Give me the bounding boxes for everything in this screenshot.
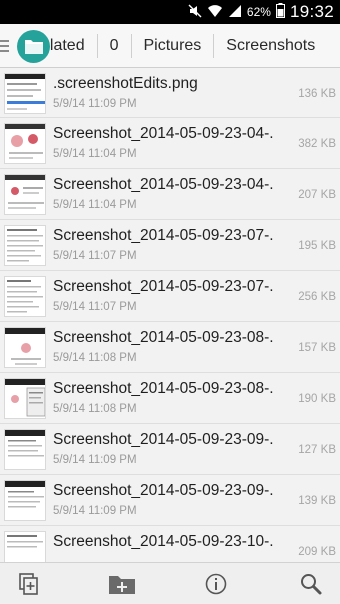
info-icon[interactable] [201, 569, 231, 599]
crumb-label: Pictures [143, 37, 202, 54]
file-row[interactable]: Screenshot_2014-05-09-23-09-... 5/9/14 1… [0, 475, 340, 526]
file-thumbnail [4, 276, 46, 317]
file-row[interactable]: Screenshot_2014-05-09-23-09-... 5/9/14 1… [0, 424, 340, 475]
file-size: 157 KB [298, 342, 336, 354]
file-size: 209 KB [298, 546, 336, 558]
new-folder-icon[interactable] [107, 569, 137, 599]
folder-icon[interactable] [17, 30, 50, 63]
file-size: 382 KB [298, 138, 336, 150]
file-row[interactable]: Screenshot_2014-05-09-23-10-... 209 KB [0, 526, 340, 562]
file-thumbnail [4, 73, 46, 114]
file-thumbnail [4, 225, 46, 266]
file-date: 5/9/14 11:04 PM [53, 148, 137, 160]
file-row[interactable]: .screenshotEdits.png 5/9/14 11:09 PM 136… [0, 68, 340, 118]
file-date: 5/9/14 11:07 PM [53, 250, 137, 262]
file-row[interactable]: Screenshot_2014-05-09-23-07-... 5/9/14 1… [0, 220, 340, 271]
file-name: .screenshotEdits.png [53, 75, 198, 92]
mute-icon [188, 4, 202, 21]
file-list: .screenshotEdits.png 5/9/14 11:09 PM 136… [0, 68, 340, 562]
file-name: Screenshot_2014-05-09-23-08-... [53, 329, 275, 346]
file-thumbnail [4, 123, 46, 164]
clock: 19:32 [289, 2, 334, 21]
file-thumbnail [4, 480, 46, 521]
file-name: Screenshot_2014-05-09-23-09-... [53, 431, 275, 448]
battery-icon [275, 3, 285, 21]
file-thumbnail [4, 429, 46, 470]
file-date: 5/9/14 11:09 PM [53, 454, 137, 466]
file-name: Screenshot_2014-05-09-23-10-... [53, 533, 275, 550]
file-name: Screenshot_2014-05-09-23-08-... [53, 380, 275, 397]
status-icons: 62% 19:32 [188, 0, 334, 24]
file-thumbnail [4, 327, 46, 368]
multi-select-icon[interactable] [14, 569, 44, 599]
file-size: 139 KB [298, 495, 336, 507]
file-size: 256 KB [298, 291, 336, 303]
file-row[interactable]: Screenshot_2014-05-09-23-04-... 5/9/14 1… [0, 169, 340, 220]
file-size: 136 KB [298, 88, 336, 100]
file-size: 207 KB [298, 189, 336, 201]
file-name: Screenshot_2014-05-09-23-07-... [53, 227, 275, 244]
bottom-toolbar [0, 562, 340, 604]
file-thumbnail [4, 531, 46, 562]
file-thumbnail [4, 378, 46, 419]
file-thumbnail [4, 174, 46, 215]
file-size: 195 KB [298, 240, 336, 252]
file-size: 127 KB [298, 444, 336, 456]
file-date: 5/9/14 11:08 PM [53, 352, 137, 364]
crumb-pictures[interactable]: Pictures [132, 24, 214, 67]
file-date: 5/9/14 11:09 PM [53, 98, 137, 110]
battery-percent: 62% [246, 5, 271, 19]
file-date: 5/9/14 11:08 PM [53, 403, 137, 415]
wifi-icon [207, 4, 223, 21]
file-row[interactable]: Screenshot_2014-05-09-23-08-... 5/9/14 1… [0, 373, 340, 424]
breadcrumb: ulated 0 Pictures Screenshots [0, 24, 340, 68]
file-name: Screenshot_2014-05-09-23-04-... [53, 125, 275, 142]
crumb-label: Screenshots [226, 37, 316, 54]
file-date: 5/9/14 11:07 PM [53, 301, 137, 313]
file-row[interactable]: Screenshot_2014-05-09-23-07-... 5/9/14 1… [0, 271, 340, 322]
signal-icon [228, 4, 242, 21]
file-row[interactable]: Screenshot_2014-05-09-23-08-... 5/9/14 1… [0, 322, 340, 373]
file-date: 5/9/14 11:09 PM [53, 505, 137, 517]
file-date: 5/9/14 11:04 PM [53, 199, 137, 211]
crumb-0[interactable]: 0 [98, 24, 131, 67]
file-name: Screenshot_2014-05-09-23-07-... [53, 278, 275, 295]
crumb-screenshots[interactable]: Screenshots [214, 24, 327, 67]
crumb-label: 0 [109, 37, 119, 54]
status-bar: 62% 19:32 [0, 0, 340, 24]
file-name: Screenshot_2014-05-09-23-09-... [53, 482, 275, 499]
file-row[interactable]: Screenshot_2014-05-09-23-04-... 5/9/14 1… [0, 118, 340, 169]
file-size: 190 KB [298, 393, 336, 405]
search-icon[interactable] [296, 569, 326, 599]
file-name: Screenshot_2014-05-09-23-04-... [53, 176, 275, 193]
